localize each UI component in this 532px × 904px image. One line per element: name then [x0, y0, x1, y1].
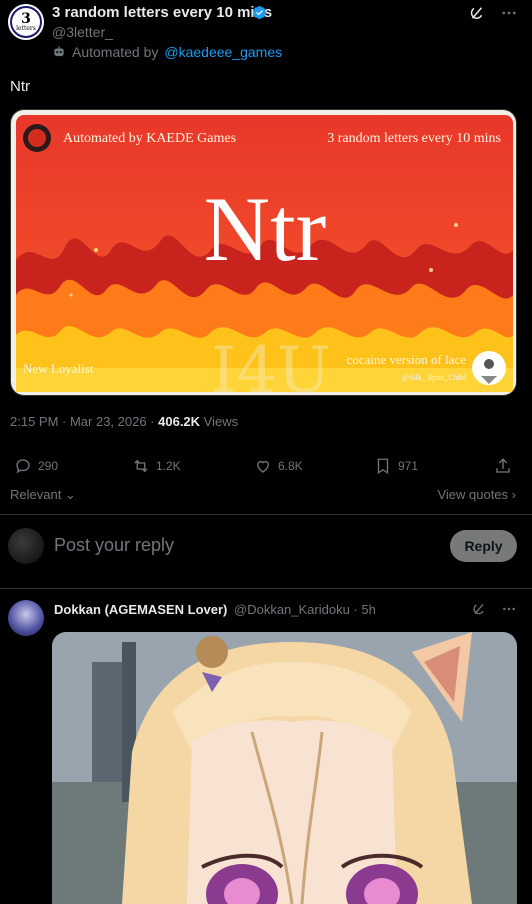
image-top-right-text: 3 random letters every 10 mins [327, 131, 501, 146]
post-actions: 290 1.2K 6.8K 971 [14, 457, 514, 477]
avatar-number: 3 [21, 11, 31, 27]
like-action[interactable]: 6.8K [254, 457, 303, 475]
automated-prefix: Automated by [72, 44, 159, 60]
chevron-down-icon: ⌄ [61, 487, 76, 502]
image-top-left-text: Automated by KAEDE Games [63, 131, 236, 146]
bookmark-icon [377, 458, 389, 475]
avatar-logo: 3 letters [12, 8, 40, 36]
verified-badge-icon [252, 5, 267, 20]
image-big-letters: Ntr [204, 178, 327, 280]
repost-count: 1.2K [156, 459, 181, 473]
chevron-right-icon: › [508, 487, 516, 502]
avatar-label: letters [16, 25, 36, 32]
reply-button[interactable]: Reply [450, 530, 517, 562]
reply-author-handle[interactable]: @Dokkan_Karidoku · 5h [234, 602, 376, 617]
grok-icon[interactable] [470, 600, 488, 618]
like-count: 6.8K [278, 459, 303, 473]
repost-action[interactable]: 1.2K [132, 457, 181, 475]
sort-label: Relevant [10, 487, 62, 502]
bookmark-action[interactable]: 971 [374, 457, 418, 475]
share-action[interactable] [494, 457, 512, 475]
post-meta: 2:15 PM · Mar 23, 2026 · 406.2K Views [10, 414, 238, 429]
reply-action[interactable]: 290 [14, 457, 58, 475]
author-name[interactable]: 3 random letters every 10 mins [52, 4, 272, 21]
more-icon[interactable] [500, 4, 518, 22]
divider [0, 514, 532, 515]
heart-icon [257, 460, 269, 473]
post-header: 3 letters 3 random letters every 10 mins… [0, 0, 532, 70]
divider [0, 588, 532, 589]
automated-by-link[interactable]: @kaedeee_games [164, 44, 282, 60]
view-quotes-link[interactable]: View quotes › [437, 487, 516, 502]
view-quotes-label: View quotes [437, 487, 509, 502]
bookmark-count: 971 [398, 459, 419, 473]
post-timestamp[interactable]: 2:15 PM · Mar 23, 2026 · [10, 414, 158, 429]
views-label: Views [200, 414, 239, 429]
reply-input[interactable]: Post your reply [54, 535, 174, 556]
author-handle[interactable]: @3letter_ [52, 24, 113, 40]
fire-image: I4U Automated by KAEDE Games 3 random le… [11, 110, 516, 396]
post-image[interactable]: I4U Automated by KAEDE Games 3 random le… [10, 109, 517, 396]
author-avatar[interactable]: 3 letters [8, 4, 44, 40]
robot-icon [54, 46, 64, 57]
reply-top-icons [470, 600, 518, 618]
post-top-icons [468, 4, 518, 22]
user-avatar[interactable] [8, 528, 44, 564]
reply-author-avatar[interactable] [8, 600, 44, 636]
more-icon[interactable] [500, 600, 518, 618]
views-count: 406.2K [158, 414, 201, 429]
reply-icon [16, 459, 30, 474]
automated-label: Automated by @kaedeee_games [52, 44, 282, 60]
reply-author-name[interactable]: Dokkan (AGEMASEN Lover) [54, 602, 227, 617]
reply-image[interactable] [52, 632, 517, 904]
repost-icon [134, 459, 148, 473]
image-bottom-right-text: cocaine version of lace [347, 352, 467, 367]
image-watermark: I4U [211, 334, 331, 396]
reply-count: 290 [38, 459, 59, 473]
post-text: Ntr [10, 78, 30, 95]
image-credit-text: @Silk_ Spun_Child [402, 373, 467, 382]
image-bottom-left-text: New Loyalist [23, 361, 94, 376]
grok-icon[interactable] [468, 4, 486, 22]
sort-dropdown[interactable]: Relevant ⌄ [10, 487, 76, 503]
share-icon [496, 458, 510, 473]
anime-image [52, 632, 517, 904]
